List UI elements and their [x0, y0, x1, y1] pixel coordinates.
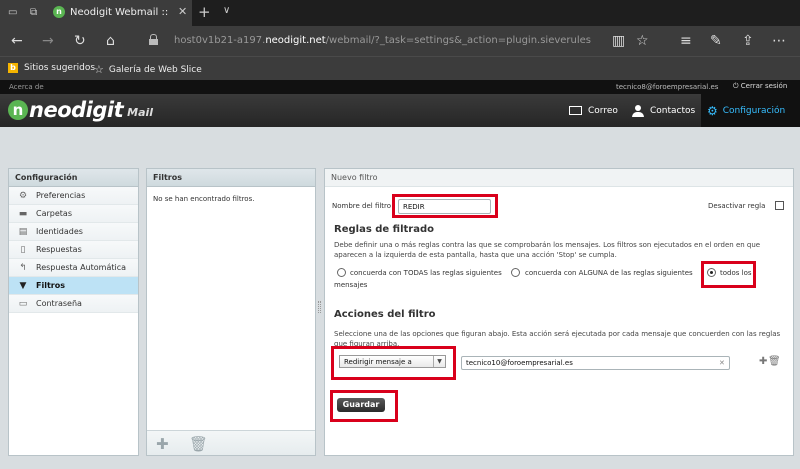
settings-item-folders[interactable]: ▬ Carpetas [9, 205, 138, 223]
panel-splitter[interactable] [318, 301, 321, 313]
radio-match-any[interactable] [511, 268, 520, 277]
rules-description: Debe definir una o más reglas contra las… [334, 241, 761, 259]
settings-item-auto-reply[interactable]: ↰ Respuesta Automática [9, 259, 138, 277]
settings-item-password[interactable]: ▭ Contraseña [9, 295, 138, 313]
reply-icon: ↰ [19, 262, 27, 273]
logo-brand: neodigit [29, 98, 124, 122]
filters-empty-message: No se han encontrado filtros. [153, 195, 255, 203]
about-link[interactable]: Acerca de [9, 83, 44, 91]
site-favicon-icon: n [53, 6, 65, 18]
address-bar[interactable]: host0v1b21-a197.neodigit.net/webmail/?_t… [140, 30, 610, 52]
add-filter-icon[interactable]: ✚ [156, 435, 169, 453]
browser-tabbar: ▭ ⧉ n Neodigit Webmail :: Filtr ✕ + ∨ [0, 0, 800, 26]
gear-icon: ⚙ [18, 190, 28, 201]
home-icon[interactable]: ⌂ [106, 33, 115, 49]
filter-editor-panel: Nuevo filtro Nombre del filtro REDIR Des… [324, 168, 794, 456]
nav-settings-label: Configuración [722, 105, 786, 116]
share-icon[interactable]: ⇪ [742, 33, 754, 49]
envelope-icon [569, 106, 582, 115]
settings-item-preferences[interactable]: ⚙ Preferencias [9, 187, 138, 205]
actions-heading: Acciones del filtro [334, 309, 436, 320]
filters-title: Filtros [147, 169, 315, 187]
settings-item-label: Preferencias [36, 191, 86, 200]
filters-panel: Filtros No se han encontrado filtros. ✚ … [146, 168, 316, 456]
new-tab-icon[interactable]: + [198, 3, 211, 21]
settings-item-label: Contraseña [36, 299, 82, 308]
chevron-down-icon[interactable]: ∨ [223, 5, 230, 16]
disable-rule-checkbox[interactable] [775, 201, 784, 210]
rules-heading: Reglas de filtrado [334, 224, 434, 235]
browser-navbar: ← → ↻ ⌂ host0v1b21-a197.neodigit.net/web… [0, 26, 800, 56]
app-topline: Acerca de tecnico8@foroempresarial.es ⏻ … [0, 80, 800, 94]
settings-item-label: Carpetas [36, 209, 72, 218]
logo[interactable]: n neodigit Mail [8, 97, 153, 123]
settings-item-responses[interactable]: ▯ Respuestas [9, 241, 138, 259]
browser-tab[interactable]: ▭ ⧉ n Neodigit Webmail :: Filtr ✕ [0, 0, 192, 26]
nav-settings[interactable]: ⚙ Configuración [701, 94, 800, 127]
close-tab-icon[interactable]: ✕ [178, 5, 187, 18]
tab-title[interactable]: Neodigit Webmail :: Filtr [70, 7, 170, 18]
nav-contacts-label: Contactos [650, 105, 696, 116]
lock-icon [149, 34, 158, 45]
logo-sub: Mail [127, 105, 154, 119]
nav-mail-label: Correo [588, 105, 618, 116]
password-icon: ▭ [18, 298, 28, 309]
settings-panel: Configuración ⚙ Preferencias ▬ Carpetas ▤ I… [8, 168, 139, 456]
power-icon: ⏻ [733, 82, 739, 90]
radio-all-messages-label-wrap: mensajes [334, 281, 368, 289]
logo-mark-icon: n [8, 100, 28, 120]
radio-match-any-label: concuerda con ALGUNA de las reglas sigui… [525, 269, 693, 277]
highlight-filter-name [392, 194, 498, 218]
radio-match-all[interactable] [337, 268, 346, 277]
radio-match-all-label: concuerda con TODAS las reglas siguiente… [350, 269, 502, 277]
hub-icon[interactable]: ≡ [680, 33, 692, 49]
add-action-icon[interactable]: ✚ [759, 356, 767, 367]
nav-contacts[interactable]: Contactos [632, 94, 695, 127]
back-icon[interactable]: ← [11, 33, 23, 49]
refresh-icon[interactable]: ↻ [74, 33, 86, 49]
more-icon[interactable]: ⋯ [772, 33, 786, 49]
settings-item-filters[interactable]: ▼ Filtros [9, 277, 138, 295]
funnel-icon: ▼ [19, 280, 27, 291]
star-icon: ☆ [94, 63, 104, 76]
filters-footer: ✚ 🗑 [147, 430, 315, 455]
settings-title: Configuración [9, 169, 138, 187]
settings-item-label: Filtros [36, 281, 65, 290]
settings-item-label: Respuestas [36, 245, 82, 254]
highlight-all-messages [701, 261, 756, 288]
nav-mail[interactable]: Correo [569, 94, 618, 127]
favorite-suggested-sites[interactable]: b Sitios sugeridos [8, 63, 95, 73]
bing-icon: b [8, 63, 18, 73]
favorite-web-slice-gallery[interactable]: ☆ Galería de Web Slice [94, 63, 202, 76]
disable-rule-label: Desactivar regla [708, 202, 766, 210]
settings-item-label: Respuesta Automática [36, 263, 127, 272]
clear-input-icon[interactable]: ✕ [719, 359, 725, 367]
identity-card-icon: ▤ [18, 226, 28, 237]
document-icon: ▯ [20, 244, 26, 255]
app-header: n neodigit Mail Correo Contactos ⚙ Confi… [0, 94, 800, 127]
delete-action-icon[interactable]: 🗑 [768, 356, 781, 367]
highlight-action-select [331, 346, 456, 380]
forward-icon[interactable]: → [42, 33, 54, 49]
gear-icon: ⚙ [707, 103, 718, 118]
highlight-save-button [330, 390, 398, 422]
folder-icon: ▬ [18, 208, 28, 219]
favorites-bar: b Sitios sugeridos ☆ Galería de Web Slice [0, 56, 800, 80]
settings-item-label: Identidades [36, 227, 83, 236]
delete-filter-icon[interactable]: 🗑 [189, 435, 208, 453]
logout-link[interactable]: ⏻ Cerrar sesión [733, 82, 787, 91]
url-text[interactable]: host0v1b21-a197.neodigit.net/webmail/?_t… [174, 35, 591, 46]
redirect-address-input[interactable]: tecnico10@foroempresarial.es [461, 356, 730, 370]
settings-item-identities[interactable]: ▤ Identidades [9, 223, 138, 241]
tab-preview-icon[interactable]: ▭ [8, 6, 17, 19]
web-note-icon[interactable]: ✎ [710, 33, 722, 49]
tab-set-aside-icon[interactable]: ⧉ [30, 6, 37, 19]
favorite-star-icon[interactable]: ☆ [636, 33, 649, 49]
user-email: tecnico8@foroempresarial.es [616, 83, 719, 91]
filter-editor-title: Nuevo filtro [325, 169, 793, 187]
filter-name-label: Nombre del filtro [332, 202, 392, 210]
contacts-icon [632, 104, 644, 117]
reading-view-icon[interactable]: ▥ [612, 33, 625, 49]
